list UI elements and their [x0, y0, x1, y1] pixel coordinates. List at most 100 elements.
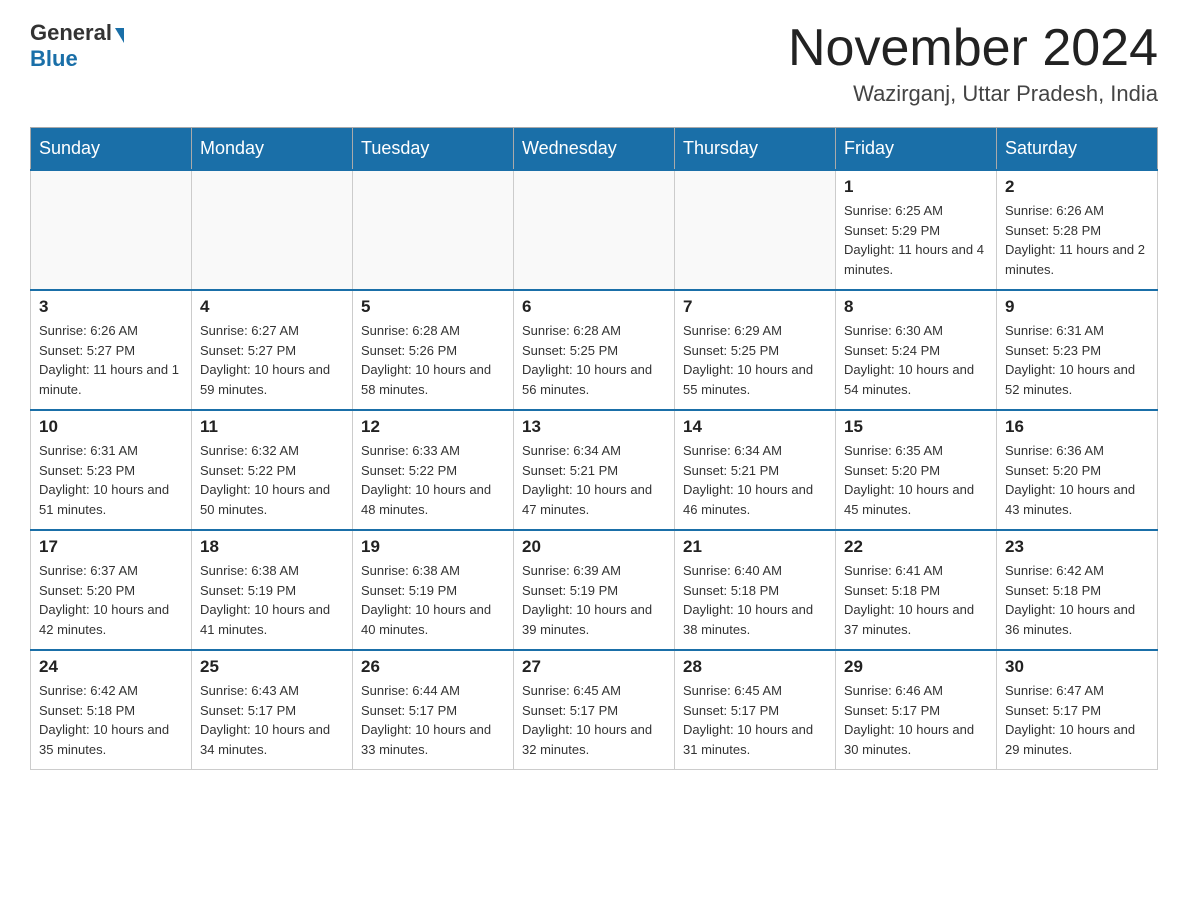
- page-header: General Blue November 2024 Wazirganj, Ut…: [30, 20, 1158, 107]
- calendar-cell: 20 Sunrise: 6:39 AM Sunset: 5:19 PM Dayli…: [514, 530, 675, 650]
- day-number: 26: [361, 657, 505, 677]
- day-number: 22: [844, 537, 988, 557]
- day-info: Sunrise: 6:35 AM Sunset: 5:20 PM Dayligh…: [844, 441, 988, 519]
- calendar-cell: 1 Sunrise: 6:25 AM Sunset: 5:29 PM Daylig…: [836, 170, 997, 290]
- day-number: 3: [39, 297, 183, 317]
- calendar-cell: 14Sunrise: 6:34 AM Sunset: 5:21 PM Dayli…: [675, 410, 836, 530]
- calendar-cell: 2Sunrise: 6:26 AM Sunset: 5:28 PM Daylig…: [997, 170, 1158, 290]
- day-info: Sunrise: 6:43 AM Sunset: 5:17 PM Dayligh…: [200, 681, 344, 759]
- calendar-cell: 28Sunrise: 6:45 AM Sunset: 5:17 PM Dayli…: [675, 650, 836, 770]
- calendar-cell: [192, 170, 353, 290]
- title-section: November 2024 Wazirganj, Uttar Pradesh, …: [788, 20, 1158, 107]
- day-info: Sunrise: 6:32 AM Sunset: 5:22 PM Dayligh…: [200, 441, 344, 519]
- calendar-cell: 13Sunrise: 6:34 AM Sunset: 5:21 PM Dayli…: [514, 410, 675, 530]
- day-info: Sunrise: 6:28 AM Sunset: 5:26 PM Dayligh…: [361, 321, 505, 399]
- day-number: 4: [200, 297, 344, 317]
- calendar-cell: [514, 170, 675, 290]
- day-header-friday: Friday: [836, 128, 997, 171]
- day-number: 30: [1005, 657, 1149, 677]
- calendar-cell: 26 Sunrise: 6:44 AM Sunset: 5:17 PM Dayli…: [353, 650, 514, 770]
- day-number: 1: [844, 177, 988, 197]
- logo-blue-text: Blue: [30, 46, 78, 72]
- day-number: 12: [361, 417, 505, 437]
- day-number: 8: [844, 297, 988, 317]
- day-number: 24: [39, 657, 183, 677]
- calendar-cell: 18 Sunrise: 6:38 AM Sunset: 5:19 PM Dayli…: [192, 530, 353, 650]
- calendar-cell: 25 Sunrise: 6:43 AM Sunset: 5:17 PM Dayli…: [192, 650, 353, 770]
- day-number: 27: [522, 657, 666, 677]
- day-header-sunday: Sunday: [31, 128, 192, 171]
- day-number: 16: [1005, 417, 1149, 437]
- calendar-cell: [353, 170, 514, 290]
- calendar-cell: 15 Sunrise: 6:35 AM Sunset: 5:20 PM Dayli…: [836, 410, 997, 530]
- calendar-cell: 23 Sunrise: 6:42 AM Sunset: 5:18 PM Dayli…: [997, 530, 1158, 650]
- calendar-cell: 3 Sunrise: 6:26 AM Sunset: 5:27 PM Daylig…: [31, 290, 192, 410]
- day-number: 5: [361, 297, 505, 317]
- day-number: 25: [200, 657, 344, 677]
- day-number: 2: [1005, 177, 1149, 197]
- calendar-cell: 22 Sunrise: 6:41 AM Sunset: 5:18 PM Dayli…: [836, 530, 997, 650]
- day-info: Sunrise: 6:27 AM Sunset: 5:27 PM Dayligh…: [200, 321, 344, 399]
- logo: General Blue: [30, 20, 124, 72]
- day-number: 20: [522, 537, 666, 557]
- day-number: 21: [683, 537, 827, 557]
- day-info: Sunrise: 6:33 AM Sunset: 5:22 PM Dayligh…: [361, 441, 505, 519]
- day-number: 28: [683, 657, 827, 677]
- day-info: Sunrise: 6:38 AM Sunset: 5:19 PM Dayligh…: [200, 561, 344, 639]
- day-info: Sunrise: 6:38 AM Sunset: 5:19 PM Dayligh…: [361, 561, 505, 639]
- week-row-2: 3 Sunrise: 6:26 AM Sunset: 5:27 PM Daylig…: [31, 290, 1158, 410]
- day-number: 18: [200, 537, 344, 557]
- day-number: 19: [361, 537, 505, 557]
- logo-general-text: General: [30, 20, 112, 46]
- day-info: Sunrise: 6:44 AM Sunset: 5:17 PM Dayligh…: [361, 681, 505, 759]
- week-row-1: 1 Sunrise: 6:25 AM Sunset: 5:29 PM Daylig…: [31, 170, 1158, 290]
- day-number: 9: [1005, 297, 1149, 317]
- day-info: Sunrise: 6:31 AM Sunset: 5:23 PM Dayligh…: [39, 441, 183, 519]
- calendar-cell: 4 Sunrise: 6:27 AM Sunset: 5:27 PM Daylig…: [192, 290, 353, 410]
- calendar-cell: 6 Sunrise: 6:28 AM Sunset: 5:25 PM Daylig…: [514, 290, 675, 410]
- day-header-monday: Monday: [192, 128, 353, 171]
- day-number: 11: [200, 417, 344, 437]
- day-header-wednesday: Wednesday: [514, 128, 675, 171]
- calendar-cell: 24 Sunrise: 6:42 AM Sunset: 5:18 PM Dayli…: [31, 650, 192, 770]
- calendar-cell: 9 Sunrise: 6:31 AM Sunset: 5:23 PM Daylig…: [997, 290, 1158, 410]
- day-info: Sunrise: 6:40 AM Sunset: 5:18 PM Dayligh…: [683, 561, 827, 639]
- week-row-3: 10 Sunrise: 6:31 AM Sunset: 5:23 PM Dayli…: [31, 410, 1158, 530]
- day-info: Sunrise: 6:42 AM Sunset: 5:18 PM Dayligh…: [39, 681, 183, 759]
- day-info: Sunrise: 6:41 AM Sunset: 5:18 PM Dayligh…: [844, 561, 988, 639]
- day-info: Sunrise: 6:45 AM Sunset: 5:17 PM Dayligh…: [522, 681, 666, 759]
- calendar-cell: [675, 170, 836, 290]
- calendar-cell: 11 Sunrise: 6:32 AM Sunset: 5:22 PM Dayli…: [192, 410, 353, 530]
- day-header-saturday: Saturday: [997, 128, 1158, 171]
- calendar-header-row: SundayMondayTuesdayWednesdayThursdayFrid…: [31, 128, 1158, 171]
- day-number: 10: [39, 417, 183, 437]
- calendar-cell: 27 Sunrise: 6:45 AM Sunset: 5:17 PM Dayli…: [514, 650, 675, 770]
- calendar-cell: 21 Sunrise: 6:40 AM Sunset: 5:18 PM Dayli…: [675, 530, 836, 650]
- day-number: 23: [1005, 537, 1149, 557]
- day-info: Sunrise: 6:42 AM Sunset: 5:18 PM Dayligh…: [1005, 561, 1149, 639]
- day-info: Sunrise: 6:25 AM Sunset: 5:29 PM Dayligh…: [844, 201, 988, 279]
- day-header-tuesday: Tuesday: [353, 128, 514, 171]
- calendar-cell: 5 Sunrise: 6:28 AM Sunset: 5:26 PM Daylig…: [353, 290, 514, 410]
- calendar-cell: 7Sunrise: 6:29 AM Sunset: 5:25 PM Daylig…: [675, 290, 836, 410]
- calendar-cell: 16Sunrise: 6:36 AM Sunset: 5:20 PM Dayli…: [997, 410, 1158, 530]
- day-info: Sunrise: 6:26 AM Sunset: 5:27 PM Dayligh…: [39, 321, 183, 399]
- location-title: Wazirganj, Uttar Pradesh, India: [788, 81, 1158, 107]
- calendar-cell: 17Sunrise: 6:37 AM Sunset: 5:20 PM Dayli…: [31, 530, 192, 650]
- day-number: 15: [844, 417, 988, 437]
- day-header-thursday: Thursday: [675, 128, 836, 171]
- calendar-cell: 10 Sunrise: 6:31 AM Sunset: 5:23 PM Dayli…: [31, 410, 192, 530]
- day-info: Sunrise: 6:34 AM Sunset: 5:21 PM Dayligh…: [522, 441, 666, 519]
- day-number: 6: [522, 297, 666, 317]
- day-number: 29: [844, 657, 988, 677]
- day-number: 7: [683, 297, 827, 317]
- calendar-cell: 29Sunrise: 6:46 AM Sunset: 5:17 PM Dayli…: [836, 650, 997, 770]
- day-number: 14: [683, 417, 827, 437]
- week-row-5: 24 Sunrise: 6:42 AM Sunset: 5:18 PM Dayli…: [31, 650, 1158, 770]
- day-info: Sunrise: 6:28 AM Sunset: 5:25 PM Dayligh…: [522, 321, 666, 399]
- day-number: 17: [39, 537, 183, 557]
- day-info: Sunrise: 6:39 AM Sunset: 5:19 PM Dayligh…: [522, 561, 666, 639]
- calendar-cell: 8Sunrise: 6:30 AM Sunset: 5:24 PM Daylig…: [836, 290, 997, 410]
- calendar-cell: 30Sunrise: 6:47 AM Sunset: 5:17 PM Dayli…: [997, 650, 1158, 770]
- day-info: Sunrise: 6:31 AM Sunset: 5:23 PM Dayligh…: [1005, 321, 1149, 399]
